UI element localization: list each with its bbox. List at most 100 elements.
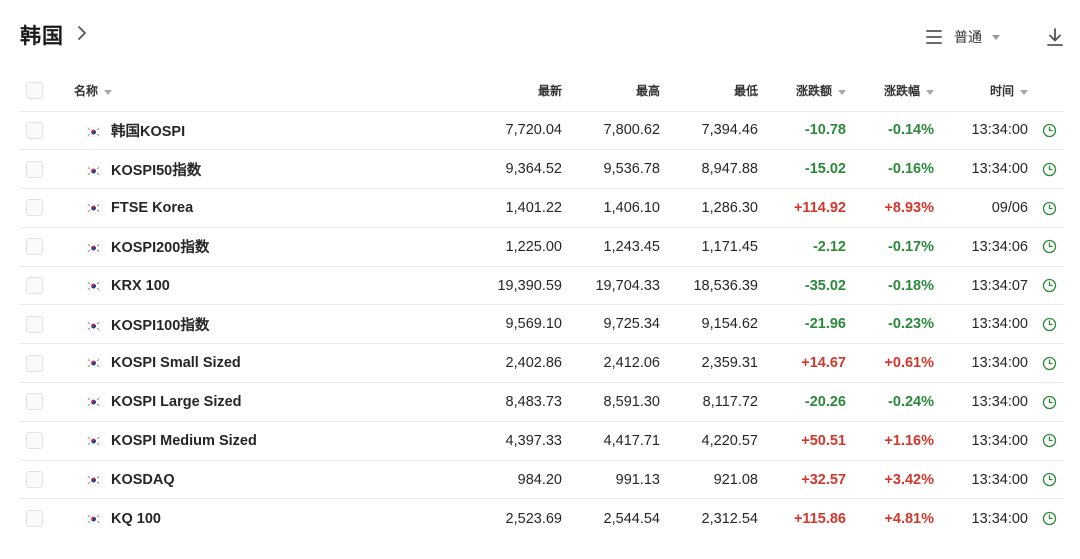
table-row[interactable]: KOSPI50指数 9,364.52 9,536.78 8,947.88 -15.02 -… [20, 149, 1064, 189]
south-korea-flag-icon [87, 358, 100, 369]
table-row[interactable]: KOSPI100指数 9,569.10 9,725.34 9,154.62 -21.96… [20, 304, 1064, 344]
time-value: 13:34:00 [971, 355, 1028, 372]
time-value: 13:34:06 [971, 238, 1028, 255]
change-pct-value: +3.42% [884, 471, 934, 488]
latest-value: 4,397.33 [505, 432, 562, 449]
index-name[interactable]: KOSPI Large Sized [111, 394, 242, 410]
change-value: +14.67 [801, 355, 846, 372]
time-value: 13:34:07 [971, 277, 1028, 294]
clock-icon[interactable] [1042, 239, 1057, 254]
high-value: 2,412.06 [603, 355, 660, 372]
column-header-change-pct[interactable]: 涨跌幅 [846, 71, 934, 111]
column-header-time[interactable]: 时间 [934, 71, 1028, 111]
change-value: +114.92 [793, 199, 846, 216]
latest-value: 984.20 [517, 471, 562, 488]
index-name[interactable]: KOSPI50指数 [111, 163, 201, 179]
table-row[interactable]: KRX 100 19,390.59 19,704.33 18,536.39 -35.02… [20, 266, 1064, 305]
change-pct-value: -0.23% [888, 316, 934, 333]
row-checkbox[interactable] [26, 315, 43, 333]
time-value: 13:34:00 [971, 432, 1028, 449]
table-row[interactable]: 韩国KOSPI 7,720.04 7,800.62 7,394.46 -10.78 -0.… [20, 111, 1064, 150]
time-value: 09/06 [991, 199, 1028, 216]
latest-value: 1,401.22 [505, 199, 562, 216]
row-checkbox[interactable] [26, 510, 43, 528]
index-name[interactable]: KOSPI Small Sized [111, 355, 241, 371]
chevron-right-icon[interactable] [74, 22, 90, 44]
clock-icon[interactable] [1042, 278, 1057, 293]
view-mode-dropdown[interactable]: 普通 [924, 26, 1000, 48]
change-pct-value: +8.93% [884, 199, 934, 216]
index-name[interactable]: KRX 100 [111, 278, 170, 294]
column-header-latest: 最新 [537, 84, 562, 99]
change-pct-value: -0.18% [888, 277, 934, 294]
row-checkbox[interactable] [26, 432, 43, 450]
time-value: 13:34:00 [971, 122, 1028, 139]
list-menu-icon [926, 30, 942, 44]
sort-caret-icon [1020, 89, 1028, 95]
high-value: 991.13 [615, 471, 660, 488]
clock-icon[interactable] [1042, 472, 1057, 487]
table-row[interactable]: KOSPI Large Sized 8,483.73 8,591.30 8,117.7… [20, 382, 1064, 422]
row-checkbox[interactable] [26, 238, 43, 256]
time-value: 13:34:00 [971, 510, 1028, 527]
south-korea-flag-icon [87, 513, 100, 524]
column-header-name[interactable]: 名称 [53, 71, 340, 111]
latest-value: 7,720.04 [505, 122, 562, 139]
row-checkbox[interactable] [26, 121, 43, 139]
row-checkbox[interactable] [26, 354, 43, 372]
change-value: -2.12 [812, 238, 846, 255]
page-header: 韩国 普通 [0, 0, 1080, 70]
table-row[interactable]: KQ 100 2,523.69 2,544.54 2,312.54 +115.86 +4.… [20, 498, 1064, 538]
clock-icon[interactable] [1042, 317, 1057, 332]
page-title[interactable]: 韩国 [20, 20, 64, 50]
index-name[interactable]: FTSE Korea [111, 200, 193, 216]
table-row[interactable]: FTSE Korea 1,401.22 1,406.10 1,286.30 +114.9… [20, 188, 1064, 228]
south-korea-flag-icon [87, 165, 100, 176]
low-value: 4,220.57 [701, 432, 758, 449]
low-value: 1,171.45 [701, 238, 758, 255]
south-korea-flag-icon [87, 474, 100, 485]
high-value: 2,544.54 [603, 510, 660, 527]
view-mode-label: 普通 [954, 29, 982, 45]
low-value: 2,312.54 [701, 510, 758, 527]
clock-icon[interactable] [1042, 201, 1057, 216]
download-icon[interactable] [1044, 26, 1066, 48]
chevron-down-icon [992, 34, 1000, 40]
time-value: 13:34:00 [971, 471, 1028, 488]
latest-value: 9,364.52 [505, 161, 562, 178]
table-row[interactable]: KOSPI Small Sized 2,402.86 2,412.06 2,359.3… [20, 343, 1064, 383]
index-name[interactable]: KOSDAQ [111, 472, 175, 488]
sort-caret-icon [104, 89, 113, 95]
south-korea-flag-icon [87, 435, 100, 446]
index-name[interactable]: KOSPI100指数 [111, 318, 209, 334]
south-korea-flag-icon [87, 127, 100, 138]
high-value: 19,704.33 [595, 277, 660, 294]
table-row[interactable]: KOSDAQ 984.20 991.13 921.08 +32.57 +3.42% 13:3… [20, 460, 1064, 499]
time-value: 13:34:00 [971, 393, 1028, 410]
index-quote-table: 名称 最新 最高 最低 涨跌额 涨跌幅 时间 韩国KOSPI 7,720.04 7,… [20, 71, 1064, 538]
row-checkbox[interactable] [26, 160, 43, 178]
clock-icon[interactable] [1042, 123, 1057, 138]
time-value: 13:34:00 [971, 316, 1028, 333]
change-pct-value: +1.16% [884, 432, 934, 449]
index-name[interactable]: KOSPI Medium Sized [111, 433, 257, 449]
clock-icon[interactable] [1042, 511, 1057, 526]
row-checkbox[interactable] [26, 277, 43, 295]
row-checkbox[interactable] [26, 199, 43, 217]
select-all-checkbox[interactable] [26, 82, 43, 100]
clock-icon[interactable] [1042, 395, 1057, 410]
column-header-change[interactable]: 涨跌额 [758, 71, 846, 111]
table-row[interactable]: KOSPI200指数 1,225.00 1,243.45 1,171.45 -2.12 -… [20, 227, 1064, 266]
index-name[interactable]: KQ 100 [111, 511, 161, 527]
table-row[interactable]: KOSPI Medium Sized 4,397.33 4,417.71 4,220.… [20, 421, 1064, 460]
time-value: 13:34:00 [971, 161, 1028, 178]
row-checkbox[interactable] [26, 393, 43, 411]
sort-caret-icon [926, 89, 934, 95]
clock-icon[interactable] [1042, 433, 1057, 448]
index-name[interactable]: KOSPI200指数 [111, 240, 209, 256]
change-value: -35.02 [804, 277, 846, 294]
index-name[interactable]: 韩国KOSPI [111, 124, 185, 140]
clock-icon[interactable] [1042, 356, 1057, 371]
row-checkbox[interactable] [26, 471, 43, 489]
clock-icon[interactable] [1042, 162, 1057, 177]
